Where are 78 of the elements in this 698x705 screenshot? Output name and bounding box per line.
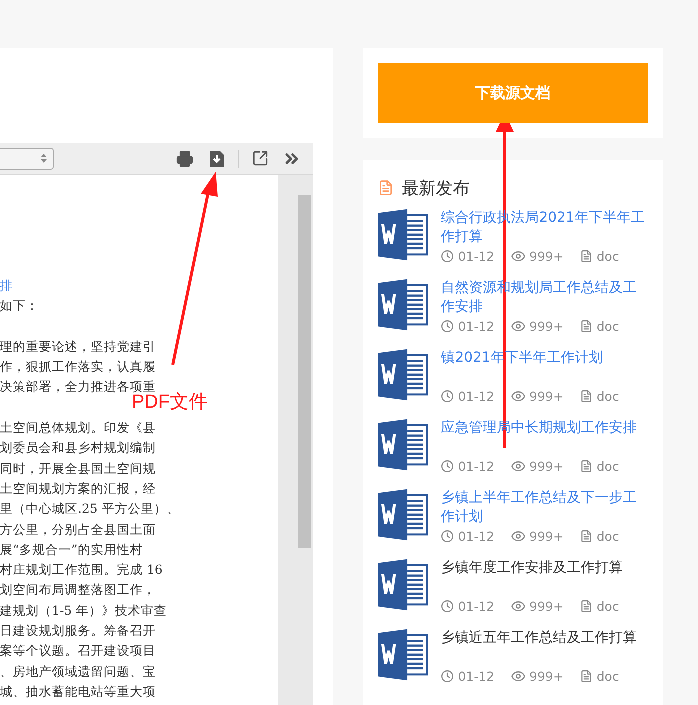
- file-icon: [580, 390, 593, 402]
- scrollbar-thumb[interactable]: [298, 195, 311, 548]
- view-count: 999+: [530, 668, 564, 684]
- date-text: 01-12: [458, 388, 495, 404]
- word-document-icon: [378, 209, 430, 261]
- clock-icon: [441, 600, 454, 612]
- document-text-line: 案等个议题。召开建设项目: [0, 642, 157, 660]
- document-icon: [378, 180, 394, 196]
- file-icon: [580, 600, 593, 612]
- word-document-icon: [378, 279, 430, 331]
- file-format: doc: [596, 248, 620, 264]
- document-text-line: 划委员会和县乡村规划编制: [0, 439, 157, 458]
- date-text: 01-12: [458, 318, 495, 334]
- word-document-icon: [378, 349, 430, 401]
- file-icon: [580, 530, 593, 542]
- clock-icon: [441, 530, 454, 542]
- file-format: doc: [596, 318, 620, 334]
- eye-icon: [510, 318, 526, 334]
- file-icon: [580, 670, 593, 682]
- spinner-arrows-icon: [41, 154, 47, 163]
- word-document-icon: [378, 629, 430, 681]
- date-text: 01-12: [458, 248, 495, 264]
- document-text-line: 方公里，分别占全县国土面: [0, 520, 157, 539]
- date-text: 01-12: [458, 668, 495, 684]
- document-text-line: 同时，开展全县国土空间规: [0, 460, 157, 478]
- document-text-line: 日建设规划服务。筹备召开: [0, 622, 157, 640]
- document-text-line: 建规划（1-5 年）》技术审查: [0, 602, 168, 620]
- view-count: 999+: [530, 598, 564, 614]
- date-text: 01-12: [458, 598, 495, 614]
- file-format: doc: [596, 668, 620, 684]
- document-text-line: 排: [0, 277, 14, 295]
- clock-icon: [441, 460, 454, 472]
- view-count: 999+: [530, 248, 564, 264]
- clock-icon: [441, 320, 454, 332]
- document-text-line: 决策部署，全力推进各项重: [0, 378, 157, 394]
- document-text-line: 划空间布局调整落图工作，: [0, 581, 157, 600]
- date-text: 01-12: [458, 528, 495, 544]
- clock-icon: [441, 670, 454, 682]
- file-format: doc: [596, 458, 620, 474]
- annotation-label: PDF文件: [132, 392, 208, 415]
- document-text-line: 展“多规合一”的实用性村: [0, 540, 144, 559]
- file-icon: [580, 320, 593, 332]
- file-icon: [580, 460, 593, 472]
- document-text-line: 里（中心城区.25 平方公里）、: [0, 500, 181, 518]
- document-text-line: 土空间规划方案的汇报，经: [0, 480, 157, 498]
- view-count: 999+: [530, 318, 564, 334]
- clock-icon: [441, 390, 454, 402]
- eye-icon: [510, 248, 526, 264]
- file-format: doc: [596, 388, 620, 404]
- eye-icon: [510, 458, 526, 474]
- document-link[interactable]: 乡镇上半年工作总结及下一步工作计划: [441, 489, 648, 527]
- scrollbar[interactable]: [278, 175, 313, 705]
- date-text: 01-12: [458, 458, 495, 474]
- view-count: 999+: [530, 458, 564, 474]
- eye-icon: [510, 598, 526, 614]
- word-document-icon: [378, 559, 430, 611]
- view-count: 999+: [530, 528, 564, 544]
- document-link[interactable]: 乡镇年度工作安排及工作打算: [441, 559, 648, 597]
- document-text-line: 土空间总体规划。印发《县: [0, 419, 157, 438]
- file-format: doc: [596, 528, 620, 544]
- word-document-icon: [378, 419, 430, 471]
- section-title: 最新发布: [402, 178, 470, 200]
- document-text-line: 理的重要论述，坚持党建引: [0, 338, 157, 356]
- document-text-line: 、房地产领域遗留问题、宝: [0, 662, 157, 681]
- eye-icon: [510, 528, 526, 544]
- document-text-line: 城、抽水蓄能电站等重大项: [0, 682, 157, 701]
- file-format: doc: [596, 598, 620, 614]
- word-document-icon: [378, 489, 430, 541]
- document-link[interactable]: 乡镇近五年工作总结及工作打算: [441, 629, 648, 667]
- eye-icon: [510, 388, 526, 404]
- clock-icon: [441, 250, 454, 262]
- file-icon: [580, 250, 593, 262]
- eye-icon: [510, 668, 526, 684]
- download-button[interactable]: 下载源文档: [378, 63, 648, 123]
- document-text-line: 如下：: [0, 297, 40, 316]
- view-count: 999+: [530, 388, 564, 404]
- document-text-line: 村庄规划工作范围。完成 16: [0, 561, 164, 580]
- document-text-line: 作，狠抓工作落实，认真履: [0, 358, 157, 376]
